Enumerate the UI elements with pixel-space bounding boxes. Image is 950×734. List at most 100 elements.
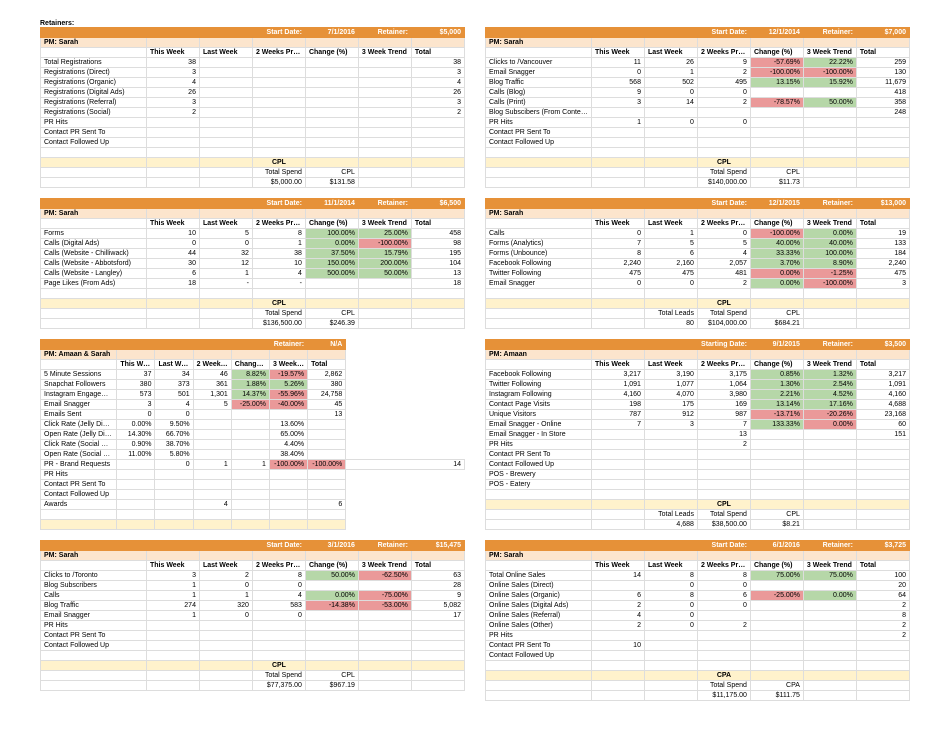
cell[interactable]: 2 Weeks Previous	[252, 561, 305, 571]
cell[interactable]	[305, 621, 358, 631]
cell[interactable]: PR Hits	[486, 440, 592, 450]
cell[interactable]: Total Spend	[252, 671, 305, 681]
cell[interactable]: 4.40%	[269, 440, 307, 450]
cell[interactable]: 2	[591, 621, 644, 631]
cell[interactable]	[252, 641, 305, 651]
cell[interactable]: 0.00%	[803, 420, 856, 430]
cell[interactable]: Calls (Print)	[486, 98, 592, 108]
cell[interactable]: 40.00%	[803, 239, 856, 249]
cell[interactable]: 15.79%	[358, 249, 411, 259]
cell[interactable]	[697, 450, 750, 460]
cell[interactable]	[803, 621, 856, 631]
cell[interactable]	[591, 108, 644, 118]
cell[interactable]: 3,980	[697, 390, 750, 400]
cell[interactable]: 5	[199, 229, 252, 239]
cell[interactable]: 80	[644, 319, 697, 329]
cell[interactable]: Email Snagger	[486, 68, 592, 78]
cell[interactable]: 568	[591, 78, 644, 88]
cell[interactable]: 20	[856, 581, 909, 591]
cell[interactable]: 38.70%	[155, 440, 193, 450]
cell[interactable]: Online Sales (Digital Ads)	[486, 601, 592, 611]
cell[interactable]: Click Rate (Social Media & PR Tips)	[41, 440, 117, 450]
cell[interactable]: 10	[146, 229, 199, 239]
cell[interactable]: 1	[146, 581, 199, 591]
cell[interactable]	[231, 480, 269, 490]
cell[interactable]	[269, 470, 307, 480]
cell[interactable]	[697, 108, 750, 118]
cell[interactable]: Contact PR Sent To	[486, 128, 592, 138]
cell[interactable]: 2	[199, 571, 252, 581]
cell[interactable]: 2	[856, 601, 909, 611]
cell[interactable]: 787	[591, 410, 644, 420]
cell[interactable]: Total	[856, 360, 909, 370]
cell[interactable]: This Week	[591, 48, 644, 58]
cell[interactable]	[750, 621, 803, 631]
cell[interactable]: 0	[644, 621, 697, 631]
cell[interactable]: Email Snagger - Online	[486, 420, 592, 430]
cell[interactable]	[750, 128, 803, 138]
cell[interactable]	[803, 440, 856, 450]
cell[interactable]: 14.30%	[117, 430, 155, 440]
cell[interactable]: 11.00%	[117, 450, 155, 460]
cell[interactable]: 912	[644, 410, 697, 420]
cell[interactable]: 14	[346, 460, 465, 470]
cell[interactable]	[591, 480, 644, 490]
cell[interactable]: 133.33%	[750, 420, 803, 430]
cell[interactable]	[308, 490, 346, 500]
cell[interactable]: 500.00%	[305, 269, 358, 279]
cell[interactable]: 4	[193, 500, 231, 510]
cell[interactable]: $5,000.00	[252, 178, 305, 188]
cell[interactable]	[803, 128, 856, 138]
cell[interactable]: $246.39	[305, 319, 358, 329]
cell[interactable]: 2	[856, 631, 909, 641]
cell[interactable]	[856, 128, 909, 138]
cell[interactable]: 4	[411, 78, 464, 88]
cell[interactable]	[305, 88, 358, 98]
cell[interactable]: Change (%)	[750, 219, 803, 229]
cell[interactable]: 9	[697, 58, 750, 68]
cell[interactable]	[411, 128, 464, 138]
cell[interactable]: 0	[644, 118, 697, 128]
cell[interactable]: 5	[193, 400, 231, 410]
cell[interactable]: Change (%)	[305, 219, 358, 229]
cell[interactable]	[803, 470, 856, 480]
cell[interactable]: 50.00%	[803, 98, 856, 108]
cell[interactable]	[856, 651, 909, 661]
cell[interactable]: Last Week	[199, 561, 252, 571]
cell[interactable]: -75.00%	[358, 591, 411, 601]
cell[interactable]: 0.00%	[750, 269, 803, 279]
cell[interactable]	[305, 631, 358, 641]
cell[interactable]: 2	[697, 98, 750, 108]
cell[interactable]	[231, 500, 269, 510]
cell[interactable]: 0	[644, 611, 697, 621]
cell[interactable]: Contact Followed Up	[41, 490, 117, 500]
cell[interactable]	[591, 651, 644, 661]
cell[interactable]: 4,160	[591, 390, 644, 400]
cell[interactable]: Awards	[41, 500, 117, 510]
cell[interactable]: 65.00%	[269, 430, 307, 440]
cell[interactable]: $684.21	[750, 319, 803, 329]
cell[interactable]	[231, 430, 269, 440]
cell[interactable]	[193, 410, 231, 420]
cell[interactable]: 0	[591, 279, 644, 289]
cell[interactable]: 3	[591, 98, 644, 108]
cell[interactable]: 30	[146, 259, 199, 269]
cell[interactable]: 38	[146, 58, 199, 68]
cell[interactable]: 458	[411, 229, 464, 239]
cell[interactable]: 259	[856, 58, 909, 68]
cell[interactable]: 1,064	[697, 380, 750, 390]
cell[interactable]: 1	[591, 118, 644, 128]
cell[interactable]	[358, 621, 411, 631]
cell[interactable]: 0	[644, 279, 697, 289]
cell[interactable]: 100	[856, 571, 909, 581]
cell[interactable]: 175	[644, 400, 697, 410]
cell[interactable]	[305, 128, 358, 138]
cell[interactable]: Change (%)	[305, 48, 358, 58]
cell[interactable]: Change (%)	[750, 360, 803, 370]
cell[interactable]: 33.33%	[750, 249, 803, 259]
cell[interactable]: 4,688	[856, 400, 909, 410]
cell[interactable]	[358, 108, 411, 118]
cell[interactable]	[644, 480, 697, 490]
cell[interactable]: 9	[591, 88, 644, 98]
cell[interactable]: 2 Weeks Previous	[697, 360, 750, 370]
